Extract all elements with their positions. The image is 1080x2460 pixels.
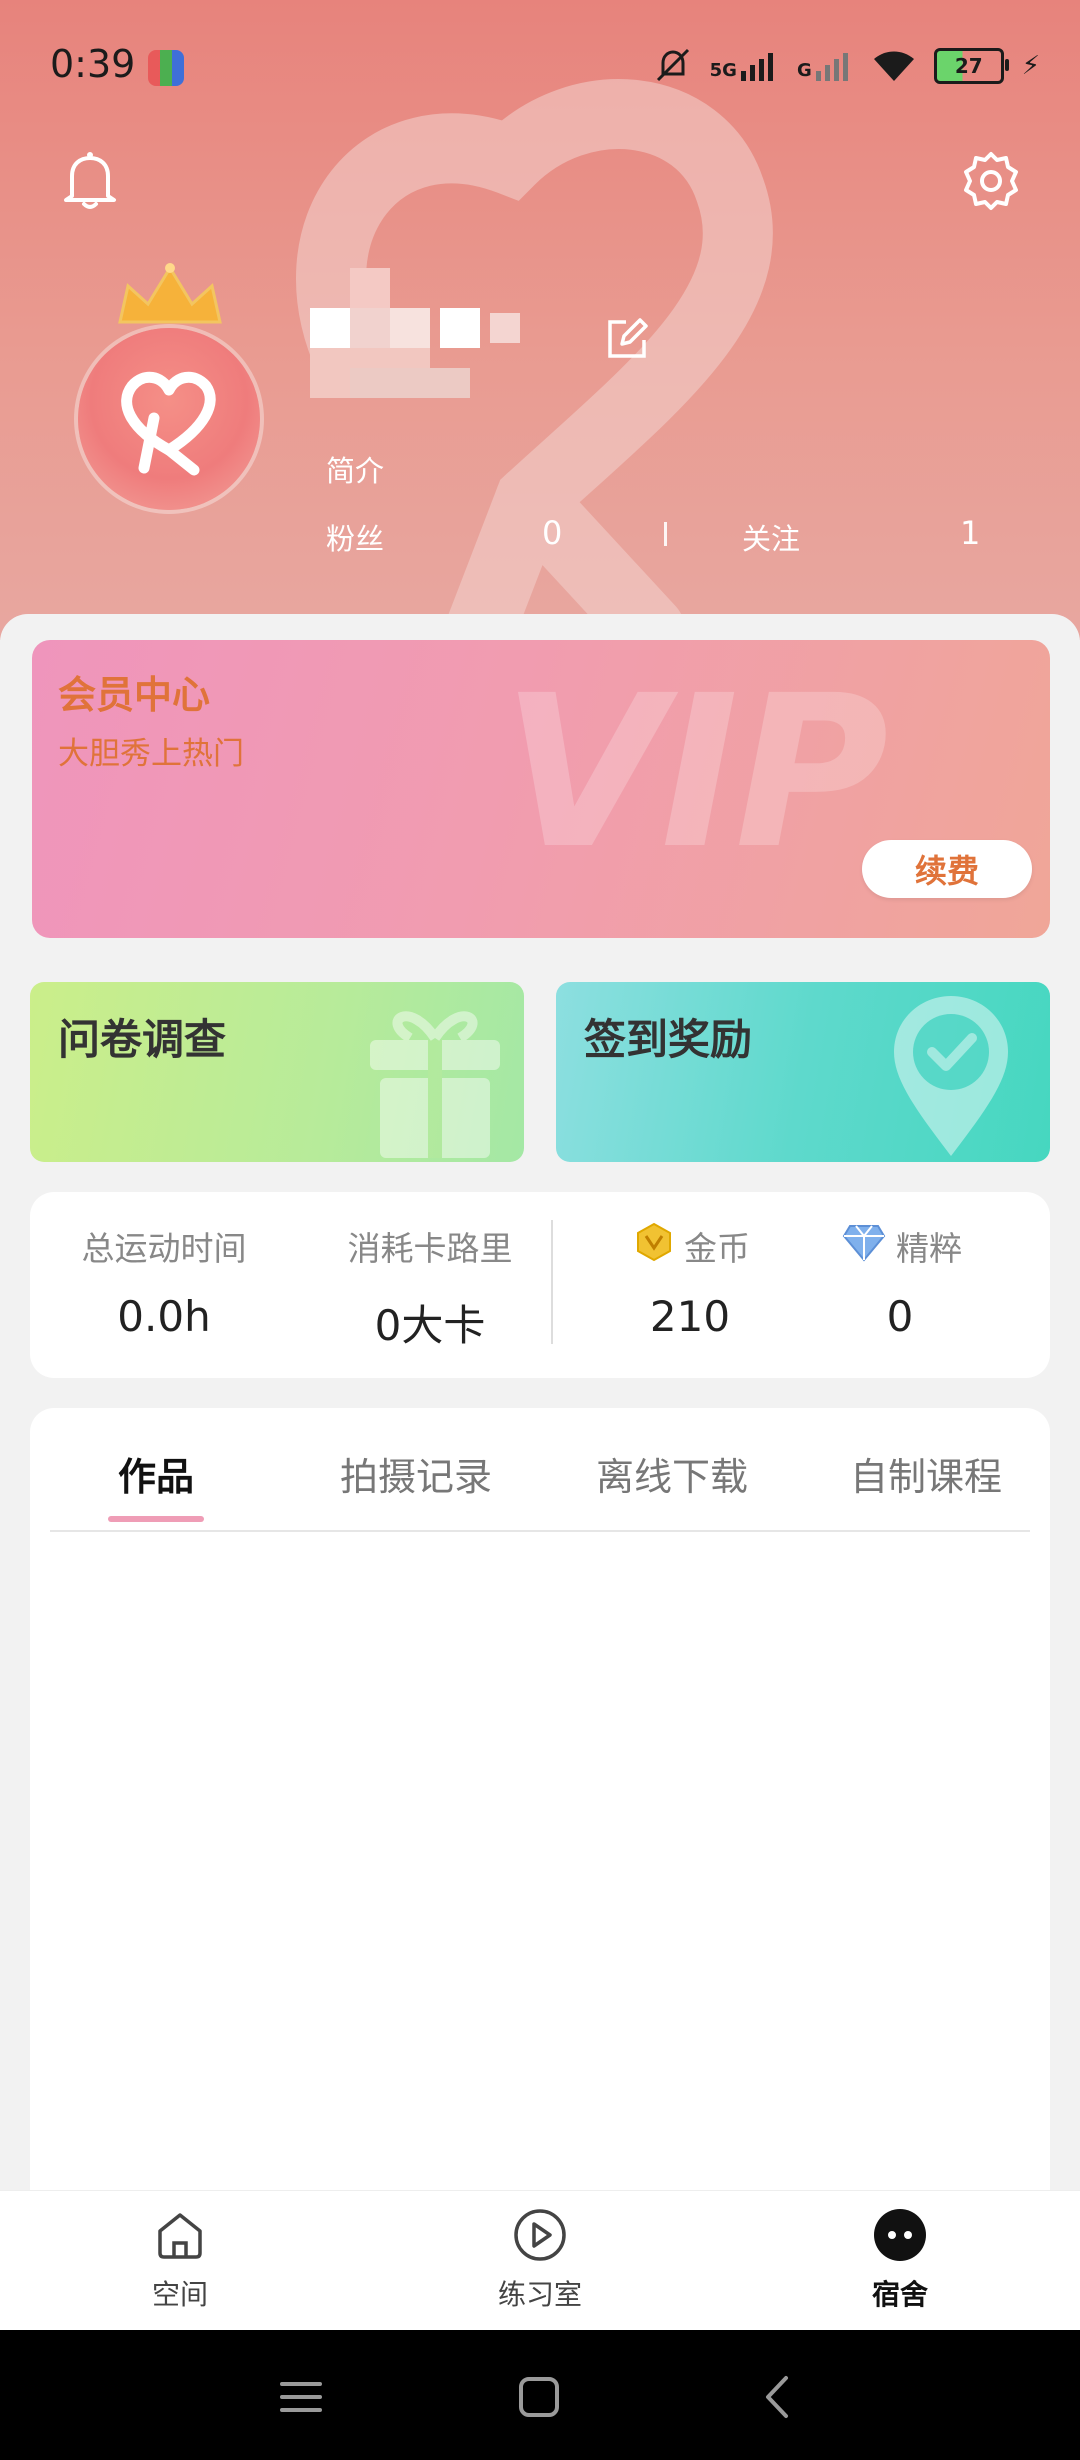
settings-gear-icon[interactable] [960, 150, 1022, 212]
notification-bell-icon[interactable] [62, 150, 118, 212]
calories-value: 0大卡 [374, 1301, 486, 1350]
survey-label: 问卷调查 [58, 1015, 227, 1064]
signal-g-icon: G [797, 51, 854, 81]
nav-dorm-label: 宿舍 [871, 2278, 928, 2311]
avatar[interactable] [78, 328, 260, 510]
renew-button[interactable]: 续费 [862, 840, 1032, 898]
works-tabs-panel: 作品 拍摄记录 离线下载 自制课程 [30, 1408, 1050, 2208]
wifi-icon [873, 51, 914, 81]
home-icon [158, 2213, 202, 2259]
fans-count[interactable]: 0 [542, 514, 562, 552]
essence-label: 精粹 [896, 1229, 962, 1268]
coin-icon [637, 1222, 671, 1262]
calories-label: 消耗卡路里 [347, 1229, 513, 1268]
total-time-label: 总运动时间 [81, 1229, 247, 1268]
bottom-navigation: 空间 练习室 宿舍 [0, 2190, 1080, 2331]
tab-offline-downloads[interactable]: 离线下载 [582, 1446, 762, 1501]
tabs-divider [50, 1530, 1030, 1532]
survey-card[interactable]: 问卷调查 [30, 982, 524, 1162]
stats-divider [551, 1220, 553, 1344]
coins-label: 金币 [684, 1229, 750, 1268]
tab-shooting-records[interactable]: 拍摄记录 [326, 1446, 506, 1501]
total-time-value: 0.0h [117, 1292, 211, 1341]
vip-watermark: VIP [502, 650, 889, 895]
coins-value[interactable]: 210 [610, 1292, 770, 1341]
bio-label[interactable]: 简介 [326, 448, 384, 490]
nav-space-label: 空间 [151, 2278, 208, 2311]
battery-icon: 27 [933, 48, 1009, 84]
active-tab-indicator [108, 1516, 204, 1522]
tab-works[interactable]: 作品 [90, 1446, 222, 1501]
system-nav-bar [0, 2330, 1080, 2460]
username-blurred [310, 268, 520, 398]
fans-label[interactable]: 粉丝 [326, 516, 384, 558]
menu-icon[interactable] [276, 2372, 326, 2422]
app-notification-icon [148, 50, 184, 86]
crown-icon [118, 263, 222, 324]
nav-practice-room[interactable]: 练习室 [440, 2191, 640, 2331]
checkin-label: 签到奖励 [584, 1015, 753, 1064]
location-check-icon [894, 996, 1008, 1156]
status-icons: 5G G 27 ⚡ [654, 46, 1040, 86]
avatar-group[interactable] [78, 262, 262, 512]
profile-header: 0:39 5G G 27 ⚡ 简介 粉丝 0 关注 1 [0, 0, 1080, 640]
charging-icon: ⚡ [1021, 51, 1040, 81]
stats-panel: 总运动时间 0.0h 消耗卡路里 0大卡 金币 210 精粹 0 [30, 1192, 1050, 1378]
edit-profile-icon[interactable] [606, 318, 648, 360]
tab-custom-courses[interactable]: 自制课程 [836, 1446, 1016, 1501]
home-square-icon[interactable] [514, 2372, 564, 2422]
vip-subtitle: 大胆秀上热门 [58, 736, 244, 772]
following-label[interactable]: 关注 [742, 516, 800, 558]
essence-gem-icon [842, 1225, 886, 1262]
status-bar: 0:39 5G G 27 ⚡ [0, 0, 1080, 130]
mute-bell-icon [656, 48, 689, 82]
nav-practice-room-label: 练习室 [497, 2278, 582, 2311]
status-time: 0:39 [50, 42, 136, 86]
stat-divider [664, 522, 667, 546]
gift-icon [370, 1011, 500, 1158]
back-icon[interactable] [754, 2372, 804, 2422]
nav-dorm[interactable]: 宿舍 [800, 2191, 1000, 2331]
signal-5g-icon: 5G [710, 51, 779, 81]
vip-center-card[interactable]: VIP 会员中心 大胆秀上热门 续费 [32, 640, 1050, 938]
essence-value[interactable]: 0 [830, 1292, 970, 1341]
nav-space[interactable]: 空间 [80, 2191, 280, 2331]
following-count[interactable]: 1 [960, 514, 980, 552]
checkin-card[interactable]: 签到奖励 [556, 982, 1050, 1162]
dorm-icon [874, 2209, 926, 2261]
app-logo-icon [121, 371, 216, 476]
vip-title: 会员中心 [58, 673, 211, 717]
play-icon [514, 2209, 566, 2261]
